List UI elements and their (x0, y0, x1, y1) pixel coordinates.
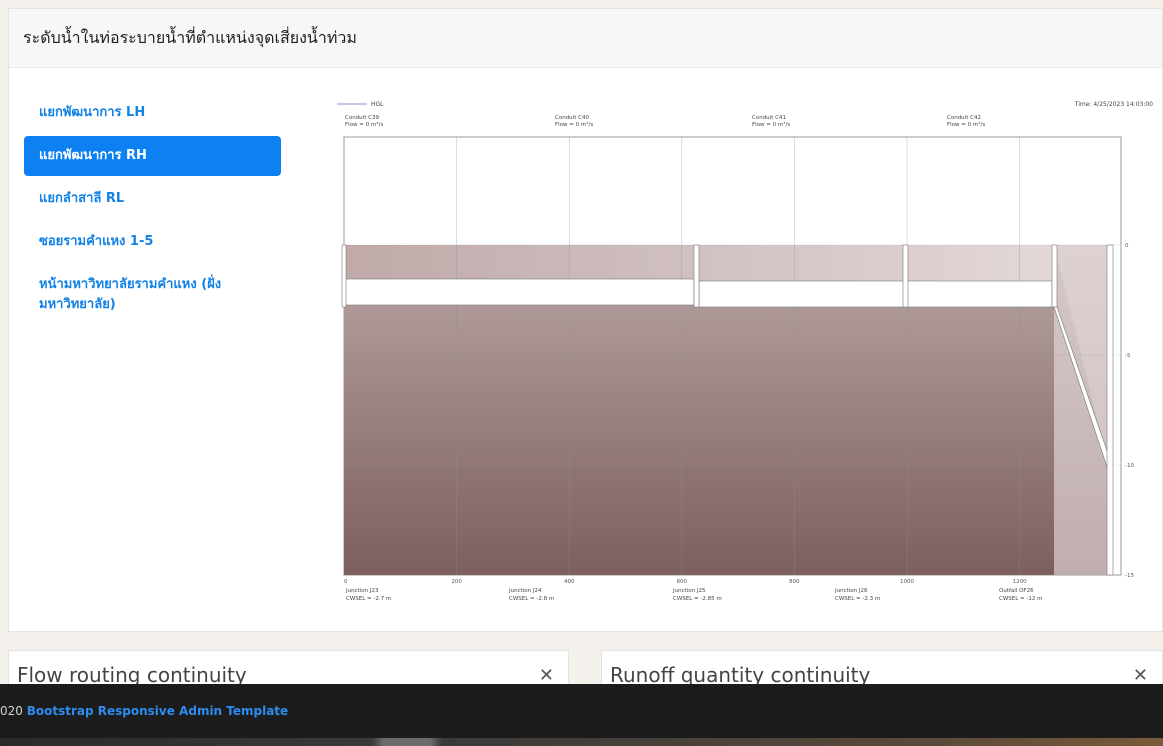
junction-label: Junction J23 (345, 588, 379, 594)
y-tick-label: -5 (1125, 353, 1131, 359)
legend-hgl-label: HGL (371, 101, 384, 108)
nav-item-ramkhamhaeng-university[interactable]: หน้ามหาวิทยาลัยรามคำแหง (ฝั่งมหาวิทยาลัย… (24, 265, 281, 325)
junction-cwsel: CWSEL = -2.3 m (835, 596, 880, 602)
conduit-pipe (698, 280, 905, 308)
conduit-label: Conduit C42 (947, 115, 981, 121)
junction-label: Junction J24 (508, 588, 542, 594)
nav-item-soi-ramkhamhaeng-1-5[interactable]: ซอยรามคำแหง 1-5 (24, 222, 281, 262)
conduit-flow: Flow = 0 m³/s (345, 121, 383, 128)
y-tick-label: 0 (1125, 243, 1129, 249)
junction-label: Outfall OF26 (999, 588, 1034, 594)
junction-shaft (693, 244, 700, 308)
conduit-label: Conduit C41 (752, 115, 786, 121)
x-tick-label: 0 (344, 579, 348, 585)
junction-cwsel: CWSEL = -2.85 m (673, 596, 722, 602)
nav-item-phatthanakan-rh[interactable]: แยกพัฒนาการ RH (24, 136, 281, 176)
junction-label: Junction J25 (672, 588, 706, 594)
junction-shaft (1051, 244, 1058, 308)
chart-timestamp: Time: 4/25/2023 14:03:00 (1074, 101, 1153, 108)
y-tick-label: -15 (1125, 573, 1134, 579)
x-tick-label: 600 (677, 579, 688, 585)
footer-bar: 020 Bootstrap Responsive Admin Template (0, 684, 1163, 746)
location-nav: แยกพัฒนาการ LH แยกพัฒนาการ RH แยกลำสาลี … (24, 93, 281, 328)
x-tick-label: 400 (564, 579, 575, 585)
hgl-profile-chart: HGL Time: 4/25/2023 14:03:00 Conduit C39… (309, 87, 1157, 627)
y-tick-label: -10 (1125, 463, 1134, 469)
junction-cwsel: CWSEL = -2.7 m (346, 596, 391, 602)
conduit-flow: Flow = 0 m³/s (555, 121, 593, 128)
footer-template-link[interactable]: Bootstrap Responsive Admin Template (27, 704, 288, 718)
conduit-pipe (906, 280, 1053, 308)
close-icon[interactable]: ✕ (539, 665, 554, 686)
card-title: ระดับน้ำในท่อระบายน้ำที่ตำแหน่งจุดเสี่ยง… (23, 28, 357, 47)
outfall-shaft-wall (1106, 244, 1114, 576)
hgl-profile-svg: HGL Time: 4/25/2023 14:03:00 Conduit C39… (337, 101, 1153, 602)
x-tick-label: 200 (451, 579, 462, 585)
conduit-flow: Flow = 0 m³/s (947, 121, 985, 128)
junction-cwsel: CWSEL = -2.8 m (509, 596, 554, 602)
nav-item-lamsali-rl[interactable]: แยกลำสาลี RL (24, 179, 281, 219)
x-tick-label: 800 (789, 579, 800, 585)
conduit-pipe (343, 278, 695, 306)
card-header: ระดับน้ำในท่อระบายน้ำที่ตำแหน่งจุดเสี่ยง… (9, 9, 1162, 68)
profile-card: ระดับน้ำในท่อระบายน้ำที่ตำแหน่งจุดเสี่ยง… (8, 8, 1163, 632)
junction-shaft (341, 244, 347, 308)
junction-label: Junction J26 (834, 588, 868, 594)
junction-cwsel: CWSEL = -12 m (999, 596, 1043, 602)
x-tick-label: 1000 (900, 579, 914, 585)
x-tick-label: 1200 (1013, 579, 1027, 585)
conduit-label: Conduit C39 (345, 115, 379, 121)
nav-item-phatthanakan-lh[interactable]: แยกพัฒนาการ LH (24, 93, 281, 133)
footer-text: 020 Bootstrap Responsive Admin Template (0, 704, 288, 718)
junction-shaft (902, 244, 909, 308)
y-axis-ticks: 0 -5 -10 -15 (1125, 243, 1134, 579)
footer-copyright: 020 (0, 704, 23, 718)
x-axis-ticks: 0 200 400 600 800 1000 1200 (344, 579, 1027, 585)
conduit-label: Conduit C40 (555, 115, 589, 121)
footer-background-strip (0, 738, 1163, 746)
close-icon[interactable]: ✕ (1133, 665, 1148, 686)
outfall-shaft (1054, 245, 1109, 575)
conduit-flow: Flow = 0 m³/s (752, 121, 790, 128)
